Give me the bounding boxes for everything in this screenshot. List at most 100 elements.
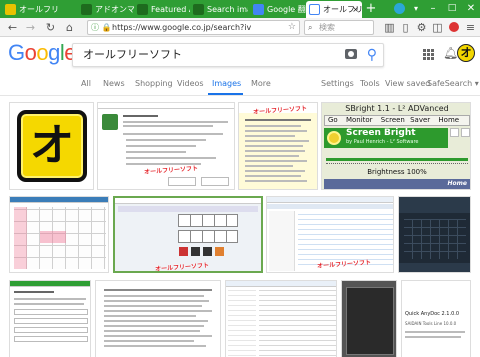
tab-allfree-search[interactable]: オールフリー × (306, 1, 362, 18)
search-icon[interactable]: ⚲ (367, 46, 377, 64)
text-line (126, 151, 186, 153)
camera-icon[interactable] (345, 49, 357, 59)
sbright-heading: Screen Bright (346, 128, 416, 138)
input-box (14, 327, 88, 333)
tab-google-translate[interactable]: Google 翻訳 (250, 1, 306, 18)
tab-more[interactable]: More (251, 79, 271, 88)
logo-letter: G (8, 40, 25, 65)
text-line (123, 121, 228, 123)
query-text: オールフリーソフト (83, 48, 182, 61)
text-line (104, 289, 212, 291)
text-line (126, 145, 196, 147)
image-result-screenshot[interactable] (341, 280, 397, 357)
tab-addon-manager[interactable]: アドオンマネー (78, 1, 134, 18)
tab-label: Search image (207, 5, 248, 14)
notifications-bell-icon[interactable]: 🔔︎ (443, 46, 458, 60)
sbright-byline: by Paul Henrich - L² Software (346, 139, 419, 145)
image-result-explorer[interactable]: オールフリーソフト (266, 196, 394, 273)
new-tab-button[interactable]: + (364, 1, 378, 17)
tab-images[interactable]: Images (212, 79, 241, 88)
back-icon[interactable]: ← (5, 20, 20, 35)
brightness-readout: Brightness 100% (367, 168, 427, 176)
file-tree (228, 290, 256, 357)
address-bar[interactable]: ⓘ 🔒 https://www.google.co.jp/search?iv ☆ (87, 20, 300, 35)
sbright-panel: Screen Bright by Paul Henrich - L² Softw… (324, 128, 448, 148)
tile-row (178, 230, 238, 243)
safesearch-dropdown[interactable]: SafeSearch ▾ (427, 79, 479, 88)
text-line (245, 155, 299, 157)
image-result-list[interactable]: オールフリーソフト (238, 102, 318, 190)
active-tab-indicator (208, 93, 243, 95)
tab-news[interactable]: News (103, 79, 125, 88)
settings-gear-icon[interactable]: ⚙ (414, 20, 429, 35)
window-titlebar (98, 103, 234, 109)
window-titlebar (115, 198, 261, 204)
text-line (126, 139, 206, 141)
tab-featured-addons[interactable]: Featured Add (134, 1, 190, 18)
reload-icon[interactable]: ↻ (43, 20, 58, 35)
text-line (245, 170, 305, 172)
tab-allfreesoft[interactable]: オールフリーソフト (2, 1, 58, 18)
article-title: Quick AnyDoc 2.1.0.0 (405, 311, 460, 317)
maximize-icon[interactable]: □ (443, 0, 461, 18)
image-result-logo[interactable]: オ (9, 102, 94, 190)
tab-all[interactable]: All (81, 79, 91, 88)
logo-letter: o (24, 40, 37, 65)
calendar-highlight (40, 231, 66, 243)
image-result-article[interactable]: Quick AnyDoc 2.1.0.0 SAIDAIN Tools Line … (401, 280, 471, 357)
image-result-webpage[interactable] (9, 280, 91, 357)
tab-videos[interactable]: Videos (177, 79, 204, 88)
tile-row (178, 214, 238, 227)
url-text: https://www.google.co.jp/search?iv (112, 23, 252, 32)
text-line (245, 145, 303, 147)
bookmark-star-icon[interactable]: ☆ (288, 21, 296, 34)
library-icon[interactable]: ▥ (382, 20, 397, 35)
tab-label: アドオンマネー (95, 5, 134, 14)
image-result-window[interactable]: オールフリーソフト (113, 196, 263, 273)
text-line (245, 119, 311, 121)
sidebar-icon[interactable]: ▯ (398, 20, 413, 35)
dark-panel (346, 287, 394, 355)
article-subtitle: SAIDAIN Tools Line 10.0.0 (405, 321, 457, 326)
google-favicon-icon (309, 4, 320, 15)
slider-ticks (326, 163, 468, 166)
dark-square-icon (203, 247, 212, 256)
tab-label: Google 翻訳 (267, 5, 306, 14)
image-result-sbright[interactable]: SBright 1.1 - L² ADVanced Go Monitor Scr… (321, 102, 471, 190)
addon-icon[interactable] (446, 20, 461, 35)
menu-icon[interactable]: ≡ (463, 20, 478, 35)
tab-shopping[interactable]: Shopping (135, 79, 173, 88)
avatar[interactable]: オ (457, 44, 475, 62)
view-saved-link[interactable]: View saved (385, 79, 430, 88)
account-icon[interactable] (392, 0, 406, 18)
google-logo[interactable]: Google (8, 40, 77, 66)
tools-link[interactable]: Tools (360, 79, 380, 88)
search-nav: All News Shopping Videos Images More Set… (0, 74, 480, 96)
image-result-clock[interactable] (398, 196, 471, 273)
settings-link[interactable]: Settings (321, 79, 354, 88)
close-window-icon[interactable]: ✕ (462, 0, 480, 18)
screenshot-icon[interactable]: ◫ (430, 20, 445, 35)
tab-search-image[interactable]: Search image (190, 1, 248, 18)
text-line (405, 336, 461, 338)
text-line (245, 150, 305, 152)
image-result-filelist[interactable] (225, 280, 337, 357)
search-input[interactable]: ⌕ 検索 (304, 20, 374, 35)
calendar-grid (404, 219, 466, 259)
google-search-box[interactable]: オールフリーソフト ⚲ (72, 43, 384, 67)
text-line (104, 295, 204, 297)
sbright-option-box (461, 128, 470, 137)
close-tab-icon[interactable]: × (352, 1, 359, 18)
chevron-down-icon[interactable]: ▾ (410, 0, 422, 18)
allfreesoft-logo-icon: オ (17, 110, 87, 182)
minimize-icon[interactable]: – (424, 0, 442, 18)
logo-letter: g (48, 40, 60, 65)
navigation-toolbar: ← → ↻ ⌂ ⓘ 🔒 https://www.google.co.jp/sea… (0, 18, 480, 37)
image-result-dialog[interactable]: オールフリーソフト (97, 102, 235, 190)
forward-icon[interactable]: → (23, 20, 38, 35)
apps-grid-icon[interactable] (423, 49, 435, 61)
home-icon[interactable]: ⌂ (62, 20, 77, 35)
orange-square-icon (215, 247, 224, 256)
image-result-document[interactable] (95, 280, 221, 357)
image-result-calendar[interactable] (9, 196, 109, 273)
